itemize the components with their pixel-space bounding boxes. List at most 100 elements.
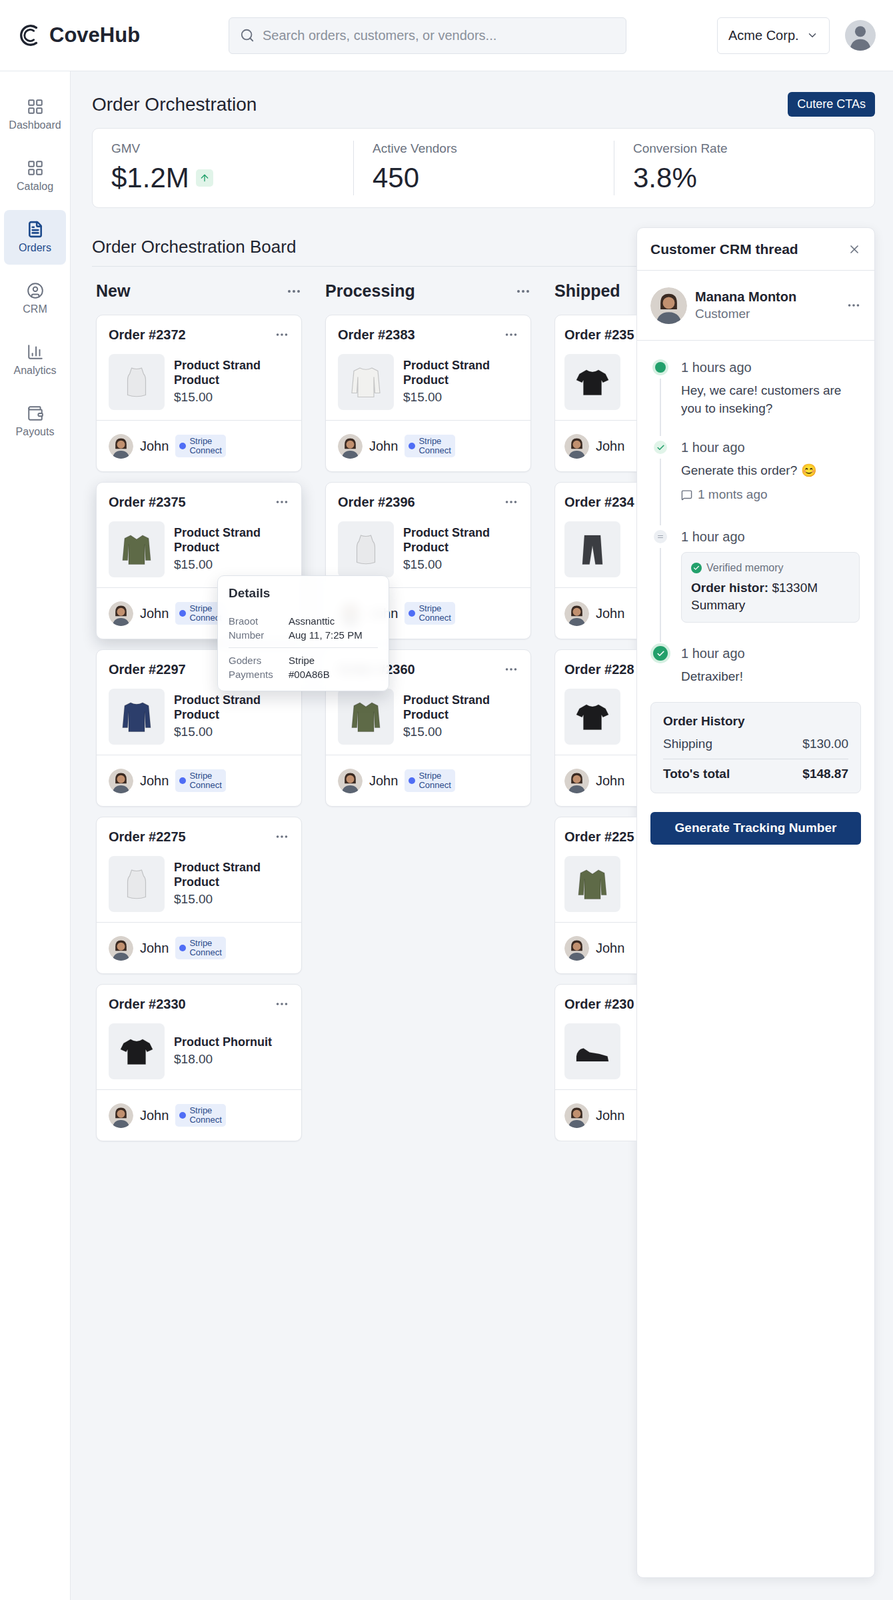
sidebar-item[interactable]: Dashboard bbox=[3, 87, 66, 142]
column-more-icon[interactable] bbox=[285, 283, 302, 300]
stat-label: Active Vendors bbox=[372, 140, 596, 157]
chevron-down-icon bbox=[806, 29, 819, 42]
product-price: $15.00 bbox=[173, 890, 290, 908]
check-icon bbox=[653, 440, 668, 454]
crm-panel: Customer CRM threadManana MontonCustomer… bbox=[636, 227, 876, 1578]
search-field[interactable]: Search orders, customers, or vendors... bbox=[228, 17, 627, 54]
sidebar-item-icon bbox=[26, 343, 44, 361]
customer-name: John bbox=[595, 1104, 625, 1125]
sidebar-item[interactable]: Orders bbox=[3, 209, 66, 265]
product-image bbox=[564, 1022, 621, 1079]
stripe-icon bbox=[179, 944, 186, 951]
order-number: Order #2275 bbox=[108, 827, 186, 846]
order-card[interactable]: Order #230John bbox=[554, 983, 637, 1141]
product-image bbox=[564, 353, 621, 410]
order-history: Order HistoryShipping$130.00Toto's total… bbox=[650, 701, 862, 794]
sidebar-item-icon bbox=[26, 281, 44, 300]
customer-name: Manana Monton bbox=[695, 287, 839, 306]
timeline: 1 hours agoHey, we care! customers are y… bbox=[637, 340, 875, 686]
order-card[interactable]: Order #2375Product Strand Product$15.00J… bbox=[95, 481, 302, 640]
customer-name: John bbox=[139, 937, 169, 958]
column-title: Processing bbox=[325, 278, 416, 304]
memory-label: Order histor: bbox=[691, 580, 769, 595]
timeline-item: 1 hour agoVerified memoryOrder histor: $… bbox=[651, 527, 860, 645]
verified-icon bbox=[691, 562, 702, 574]
stripe-icon bbox=[408, 777, 416, 784]
sidebar-item-icon bbox=[26, 159, 44, 177]
sidebar-item[interactable]: Analytics bbox=[3, 332, 66, 388]
order-number: Order #225 bbox=[564, 827, 635, 846]
order-number: Order #2330 bbox=[108, 994, 186, 1013]
order-card[interactable]: Order #2372Product Strand Product$15.00J… bbox=[95, 314, 302, 472]
generate-tracking-button[interactable]: Generate Tracking Number bbox=[650, 811, 862, 845]
board-column: New Order #2372Product Strand Product$15.… bbox=[95, 281, 302, 1141]
logo[interactable]: CoveHub bbox=[17, 19, 229, 52]
customer-name: John bbox=[139, 435, 169, 456]
stat: Active Vendors 450 bbox=[353, 128, 614, 208]
check-circle-icon bbox=[653, 645, 668, 661]
order-number: Order #2396 bbox=[337, 493, 416, 511]
order-number: Order #228 bbox=[564, 660, 635, 678]
stat-value: 450 bbox=[372, 161, 420, 194]
vest-icon bbox=[345, 529, 386, 570]
close-icon[interactable] bbox=[847, 242, 862, 256]
more-icon[interactable] bbox=[274, 494, 290, 510]
stat: Conversion Rate3.8% bbox=[614, 128, 875, 208]
customer-name: John bbox=[595, 770, 625, 791]
product-image bbox=[108, 353, 165, 410]
sweater-icon bbox=[116, 696, 157, 737]
order-card[interactable]: Order #235John bbox=[554, 314, 637, 472]
more-icon[interactable] bbox=[274, 996, 290, 1011]
logo-text: CoveHub bbox=[49, 19, 140, 52]
order-card[interactable]: Order #225 John bbox=[554, 816, 637, 974]
timeline-item: 1 hour ago Detraxiber! bbox=[651, 644, 860, 686]
user-avatar[interactable] bbox=[845, 19, 876, 51]
order-card[interactable]: Order #2330Product Phornuit$18.00JohnStr… bbox=[95, 983, 302, 1141]
product-price: $15.00 bbox=[173, 388, 290, 406]
more-icon[interactable] bbox=[274, 829, 290, 844]
more-icon[interactable] bbox=[503, 327, 519, 342]
page-title: Order Orchestration bbox=[91, 92, 257, 117]
product-price: $15.00 bbox=[403, 723, 519, 741]
more-icon[interactable] bbox=[846, 297, 862, 313]
order-card[interactable]: Order #2383Product Strand Product$15.00J… bbox=[325, 314, 532, 472]
stripe-connect-badge: StripeConnect bbox=[404, 601, 455, 625]
board-column: ShippedOrder #235JohnOrder #234JohnOrder… bbox=[554, 281, 637, 1141]
sidebar-item[interactable]: Catalog bbox=[3, 148, 66, 204]
sidebar-item[interactable]: CRM bbox=[3, 271, 66, 326]
stripe-connect-badge: StripeConnect bbox=[404, 769, 455, 792]
org-selector[interactable]: Acme Corp. bbox=[717, 17, 830, 54]
product-image bbox=[337, 521, 394, 578]
order-card[interactable]: Order #228 John bbox=[554, 649, 637, 807]
order-board: Order Orchestration BoardNewOrder #2372P… bbox=[91, 227, 637, 1141]
tee-icon bbox=[572, 361, 613, 402]
more-icon[interactable] bbox=[274, 327, 290, 342]
order-number: Order #2375 bbox=[108, 493, 186, 511]
customer-name: John bbox=[139, 1104, 169, 1125]
column-more-icon[interactable] bbox=[515, 283, 532, 300]
more-icon[interactable] bbox=[503, 661, 519, 677]
history-row: Shipping$130.00 bbox=[663, 734, 849, 754]
customer-name: John bbox=[369, 770, 398, 791]
vest-icon bbox=[116, 361, 157, 402]
avatar-icon bbox=[108, 935, 134, 961]
column-title: New bbox=[95, 278, 130, 304]
stripe-icon bbox=[408, 609, 416, 617]
customer-name: John bbox=[595, 937, 625, 958]
avatar-icon bbox=[108, 601, 134, 626]
order-card[interactable]: Order #2275Product Strand Product$15.00J… bbox=[95, 816, 302, 974]
sidebar-item[interactable]: Payouts bbox=[3, 393, 66, 449]
stat-label: Conversion Rate bbox=[633, 140, 856, 157]
timeline-message: Detraxiber! bbox=[681, 667, 860, 686]
sidebar-item-icon bbox=[26, 97, 44, 116]
tooltip-title: Details bbox=[217, 575, 389, 609]
action-button[interactable]: Cutere CTAs bbox=[787, 91, 876, 117]
customer-name: John bbox=[369, 435, 398, 456]
more-icon[interactable] bbox=[503, 494, 519, 510]
order-card[interactable]: Order #234John bbox=[554, 481, 637, 640]
timeline-time: 1 hour ago bbox=[681, 644, 860, 662]
timeline-subtime: 1 monts ago bbox=[697, 485, 768, 504]
product-image bbox=[108, 855, 165, 912]
memory-badge: Verified memory bbox=[706, 560, 784, 576]
product-image bbox=[108, 1022, 165, 1079]
